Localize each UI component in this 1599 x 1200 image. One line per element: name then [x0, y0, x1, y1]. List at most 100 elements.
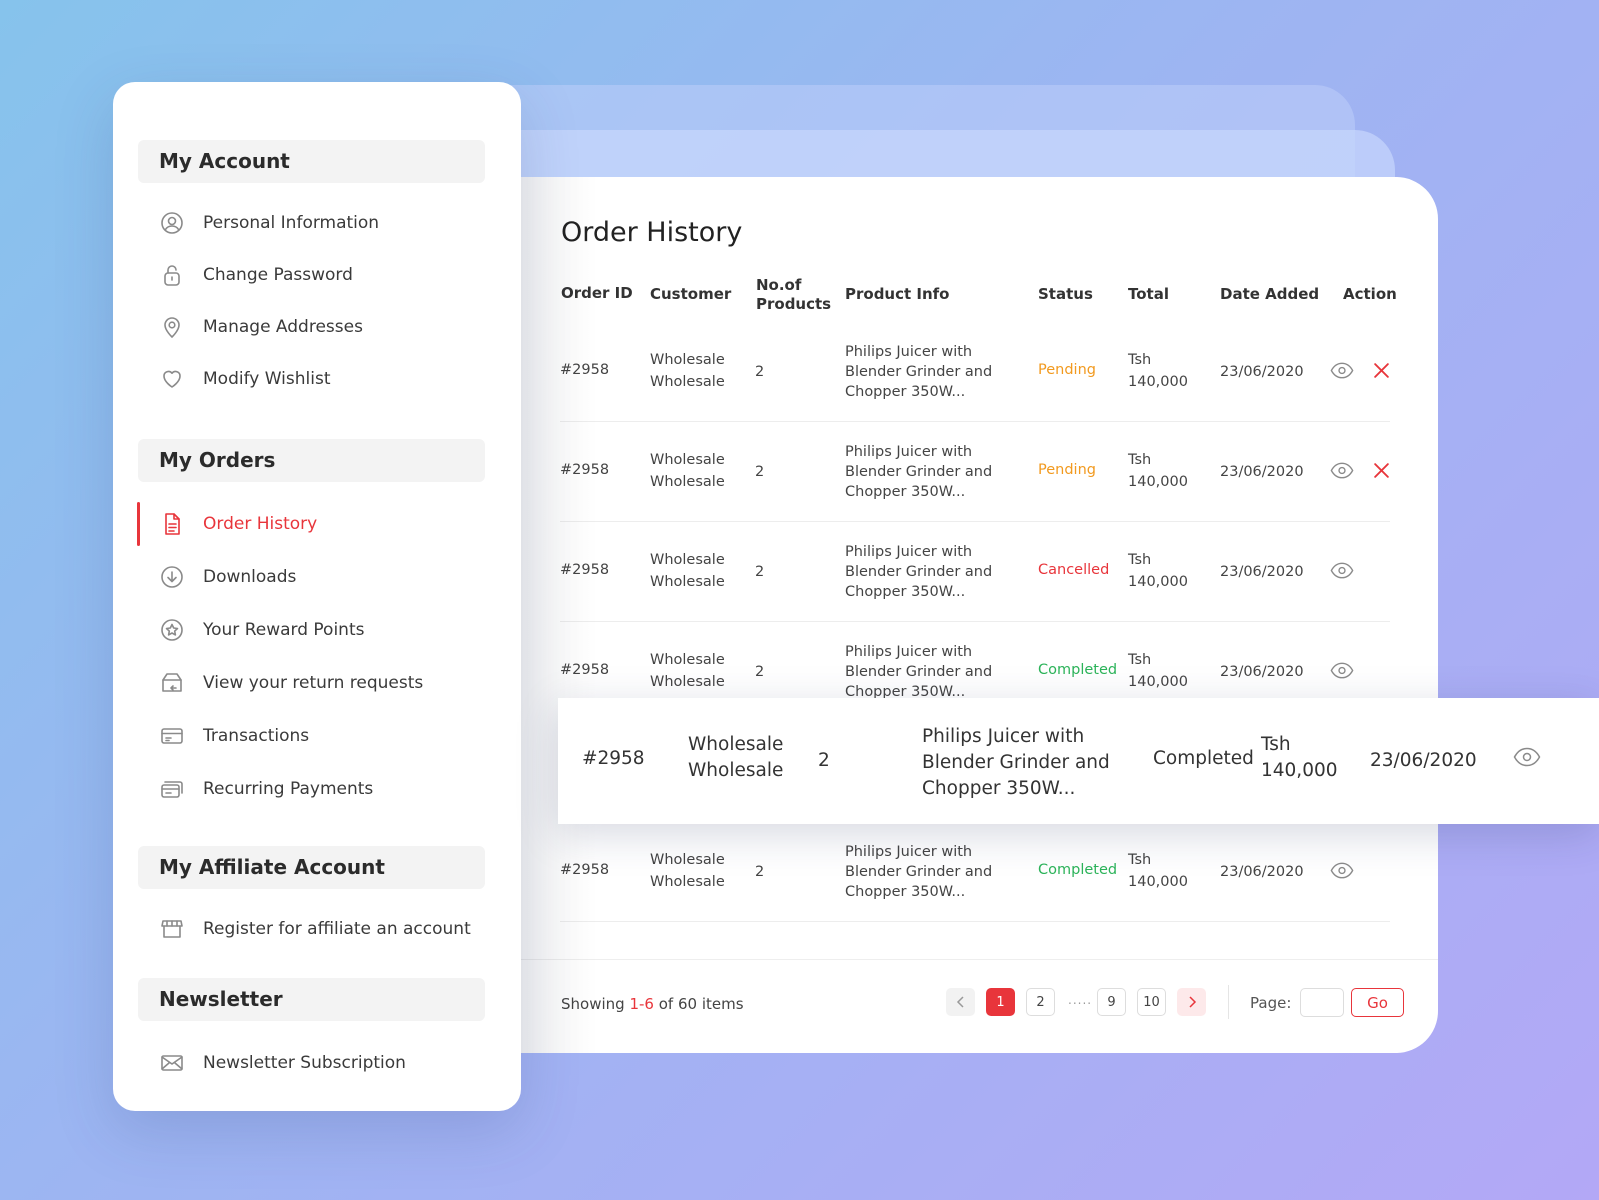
view-button[interactable]	[1330, 462, 1354, 483]
page-jump-input[interactable]	[1300, 988, 1344, 1017]
date-added: 23/06/2020	[1220, 364, 1304, 380]
close-icon	[1374, 463, 1389, 478]
sidebar-item-recurring-payments[interactable]: Recurring Payments	[159, 774, 499, 804]
column-header-customer: Customer	[650, 285, 732, 303]
sidebar-item-transactions[interactable]: Transactions	[159, 721, 499, 751]
next-page-button[interactable]	[1177, 988, 1206, 1016]
customer-line-1: Wholesale	[650, 852, 725, 868]
showing-range: 1-6	[629, 995, 654, 1013]
eye-icon	[1330, 362, 1354, 379]
sidebar-item-return-requests[interactable]: View your return requests	[159, 668, 499, 698]
sidebar-item-manage-addresses[interactable]: Manage Addresses	[159, 312, 499, 342]
column-header-status: Status	[1038, 285, 1093, 303]
status-badge: Completed	[1153, 748, 1254, 769]
customer-line-2: Wholesale	[650, 874, 725, 890]
order-id: #2958	[560, 662, 610, 678]
highlighted-table-row: #2958 Wholesale Wholesale 2 Philips Juic…	[558, 698, 1599, 824]
showing-suffix: of 60 items	[658, 995, 744, 1013]
total-amount: 140,000	[1128, 574, 1188, 590]
sidebar-item-label: Manage Addresses	[203, 317, 363, 337]
product-info-line-3: Chopper 350W...	[845, 884, 966, 900]
showing-prefix: Showing	[561, 995, 625, 1013]
total-amount: 140,000	[1128, 474, 1188, 490]
lock-icon	[159, 262, 185, 288]
view-button[interactable]	[1330, 662, 1354, 683]
total-currency: Tsh	[1128, 552, 1152, 568]
product-info-line-2: Blender Grinder and	[845, 464, 993, 480]
product-info-line-1: Philips Juicer with	[845, 344, 973, 360]
recurring-card-icon	[159, 776, 185, 802]
sidebar-item-downloads[interactable]: Downloads	[159, 562, 499, 592]
sidebar-item-personal-information[interactable]: Personal Information	[159, 208, 499, 238]
column-header-total: Total	[1128, 285, 1169, 303]
customer-line-1: Wholesale	[650, 552, 725, 568]
document-icon	[159, 511, 185, 537]
cancel-order-button[interactable]	[1373, 362, 1390, 383]
total-amount: 140,000	[1261, 760, 1338, 781]
column-header-products: Products	[756, 295, 832, 313]
sidebar-item-label: Downloads	[203, 567, 297, 587]
sidebar-item-register-affiliate[interactable]: Register for affiliate an account	[159, 914, 499, 944]
card-icon	[159, 723, 185, 749]
eye-icon	[1513, 747, 1541, 767]
product-info-line-1: Philips Juicer with	[845, 644, 973, 660]
customer-line-1: Wholesale	[688, 734, 784, 755]
sidebar-item-reward-points[interactable]: Your Reward Points	[159, 615, 499, 645]
sidebar-item-newsletter-subscription[interactable]: Newsletter Subscription	[159, 1048, 499, 1078]
column-header-order-id: Order ID	[561, 284, 633, 302]
sidebar-item-label: Order History	[203, 514, 318, 534]
table-row: #2958 Wholesale Wholesale 2 Philips Juicer w…	[560, 322, 1390, 422]
product-info-line-1: Philips Juicer with	[845, 844, 973, 860]
product-info-line-2: Blender Grinder and	[845, 364, 993, 380]
active-indicator	[137, 502, 140, 546]
total-currency: Tsh	[1128, 852, 1152, 868]
chevron-left-icon	[956, 996, 964, 1008]
page-button-10[interactable]: 10	[1137, 988, 1166, 1016]
total-currency: Tsh	[1261, 734, 1291, 755]
sidebar-item-label: Recurring Payments	[203, 779, 374, 799]
product-info-line-2: Blender Grinder and	[845, 664, 993, 680]
customer-line-2: Wholesale	[688, 760, 784, 781]
section-my-orders: My Orders	[138, 439, 485, 482]
column-header-product-info: Product Info	[845, 285, 950, 303]
product-count: 2	[755, 664, 765, 680]
heart-icon	[159, 366, 185, 392]
sidebar-item-label: Newsletter Subscription	[203, 1053, 406, 1073]
prev-page-button[interactable]	[946, 988, 975, 1016]
eye-icon	[1330, 462, 1354, 479]
go-button[interactable]: Go	[1351, 988, 1404, 1017]
date-added: 23/06/2020	[1220, 664, 1304, 680]
view-button[interactable]	[1330, 362, 1354, 383]
sidebar-item-label: Change Password	[203, 265, 353, 285]
total-currency: Tsh	[1128, 652, 1152, 668]
customer-line-2: Wholesale	[650, 474, 725, 490]
view-button[interactable]	[1330, 862, 1354, 883]
date-added: 23/06/2020	[1370, 750, 1477, 771]
column-header-action: Action	[1343, 285, 1397, 303]
page-button-1[interactable]: 1	[986, 988, 1015, 1016]
star-badge-icon	[159, 617, 185, 643]
pagination-divider	[1228, 985, 1229, 1019]
page-button-9[interactable]: 9	[1097, 988, 1126, 1016]
view-button[interactable]	[1513, 747, 1541, 771]
product-info-line-1: Philips Juicer with	[922, 726, 1085, 747]
page-button-2[interactable]: 2	[1026, 988, 1055, 1016]
sidebar-item-order-history[interactable]: Order History	[159, 509, 499, 539]
return-box-icon	[159, 670, 185, 696]
cancel-order-button[interactable]	[1373, 462, 1390, 483]
sidebar-item-label: Modify Wishlist	[203, 369, 331, 389]
product-info-line-3: Chopper 350W...	[845, 584, 966, 600]
sidebar-item-change-password[interactable]: Change Password	[159, 260, 499, 290]
date-added: 23/06/2020	[1220, 464, 1304, 480]
view-button[interactable]	[1330, 562, 1354, 583]
sidebar-item-modify-wishlist[interactable]: Modify Wishlist	[159, 364, 499, 394]
map-pin-icon	[159, 314, 185, 340]
status-badge: Completed	[1038, 662, 1118, 678]
product-count: 2	[755, 464, 765, 480]
product-count: 2	[818, 750, 830, 771]
product-info-line-3: Chopper 350W...	[922, 778, 1076, 799]
total-amount: 140,000	[1128, 874, 1188, 890]
table-row: #2958 Wholesale Wholesale 2 Philips Juicer w…	[560, 522, 1390, 622]
date-added: 23/06/2020	[1220, 564, 1304, 580]
footer-divider	[508, 959, 1438, 960]
